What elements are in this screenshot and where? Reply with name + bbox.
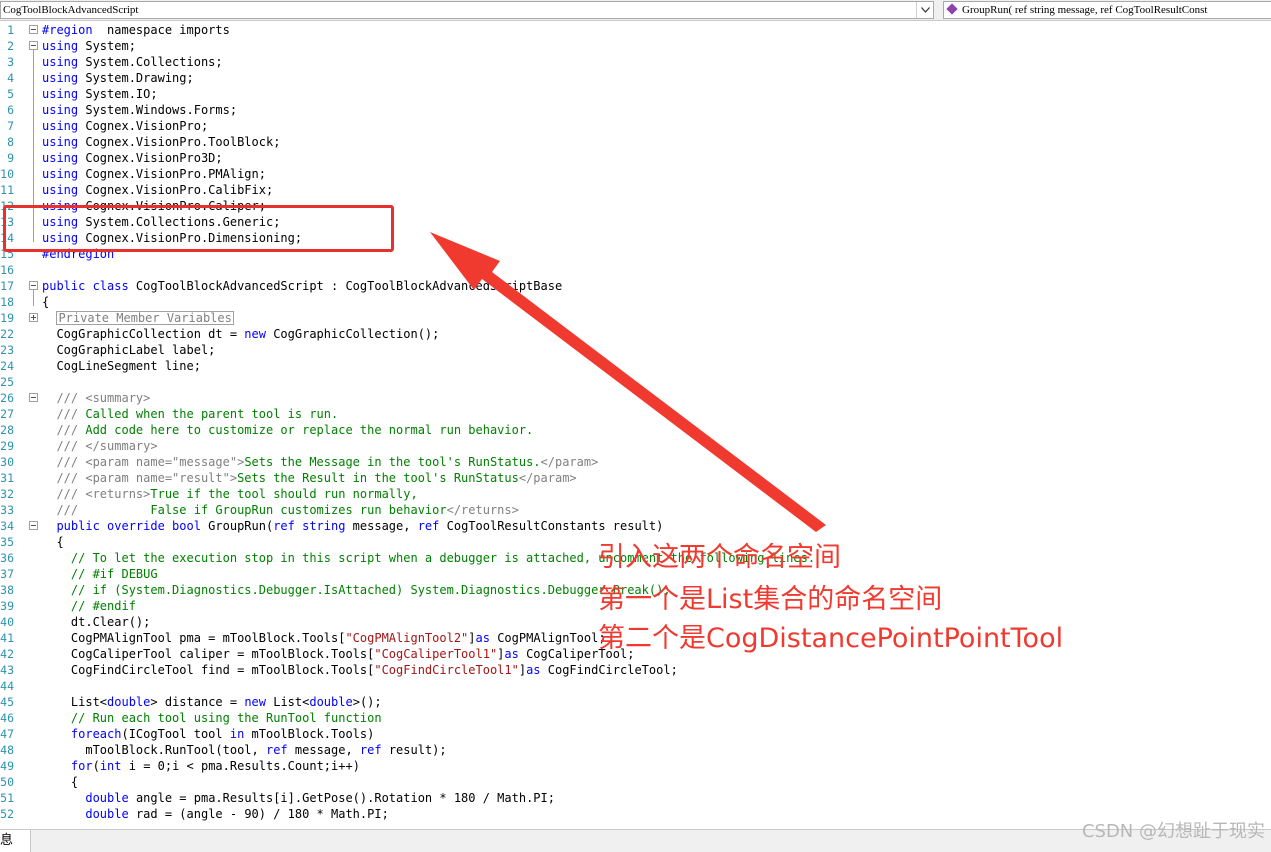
bottom-panel: 息 bbox=[0, 829, 1271, 852]
annotation-line-2: 第一个是List集合的命名空间 bbox=[598, 584, 943, 615]
watermark: CSDN @幻想趾于现实 bbox=[1081, 821, 1265, 842]
annotation-line-1: 引入这两个命名空间 bbox=[598, 542, 841, 573]
message-tab[interactable]: 息 bbox=[0, 830, 31, 852]
annotation-line-3: 第二个是CogDistancePointPointTool bbox=[598, 623, 1064, 654]
annotation-arrow-icon bbox=[430, 232, 826, 532]
